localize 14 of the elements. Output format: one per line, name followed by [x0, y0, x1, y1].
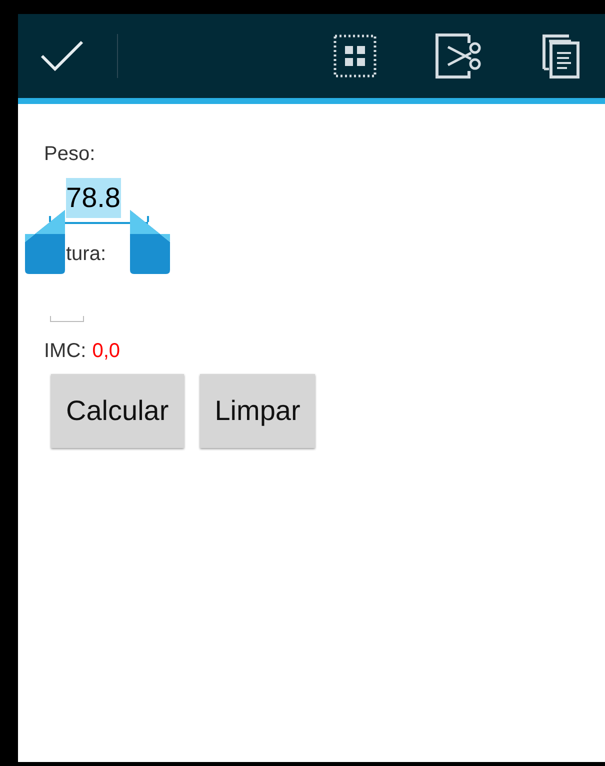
copy-icon[interactable]: [541, 33, 581, 79]
action-button[interactable]: Calcular: [51, 374, 184, 448]
action-button[interactable]: Limpar: [200, 374, 316, 448]
selection-handle-icon[interactable]: [130, 210, 170, 276]
scissors-icon[interactable]: [435, 33, 483, 79]
field-label: tura:: [66, 242, 108, 266]
bmi-label: IMC:: [44, 339, 86, 364]
input-field[interactable]: [50, 316, 84, 322]
field-value: 78.8: [66, 178, 120, 218]
selection-handle-icon[interactable]: [25, 210, 65, 276]
field-label: Peso:: [44, 142, 96, 166]
checkmark-icon[interactable]: [40, 40, 84, 72]
bmi-value: 0,0: [92, 339, 120, 364]
select-all-icon[interactable]: [333, 34, 377, 78]
